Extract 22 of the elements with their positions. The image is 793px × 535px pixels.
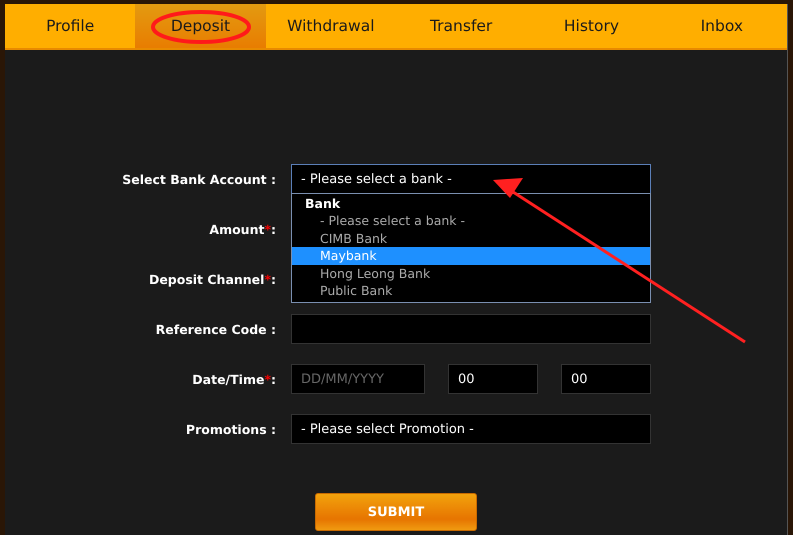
hour-field[interactable]: 00 — [448, 364, 538, 394]
select-field[interactable]: - Please select a bank - — [291, 164, 651, 194]
nav-tab[interactable]: History — [526, 4, 657, 48]
nav-tab[interactable]: Inbox — [656, 4, 787, 48]
field-label: Promotions : — [184, 422, 277, 436]
field-label: Deposit Channel*: — [148, 272, 277, 286]
nav-tab[interactable]: Transfer — [396, 4, 526, 48]
dropdown-option[interactable]: Public Bank — [292, 282, 650, 300]
date-field[interactable]: DD/MM/YYYY — [291, 364, 425, 394]
nav-tab[interactable]: Profile — [5, 4, 136, 48]
field-label: Reference Code : — [154, 322, 277, 336]
minute-field[interactable]: 00 — [561, 364, 651, 394]
select-field[interactable]: - Please select Promotion - — [291, 414, 651, 444]
option-group-label: Bank — [304, 195, 342, 212]
field-label: Amount*: — [208, 222, 277, 236]
dropdown-option[interactable]: CIMB Bank — [292, 230, 650, 248]
field-label: Select Bank Account : — [121, 172, 277, 186]
field-label: Date/Time*: — [191, 372, 277, 386]
input-field[interactable] — [291, 314, 651, 344]
dropdown-option[interactable]: - Please select a bank - — [292, 212, 650, 230]
nav-tab[interactable]: Withdrawal — [266, 4, 396, 48]
dropdown-option[interactable]: Hong Leong Bank — [292, 264, 650, 282]
